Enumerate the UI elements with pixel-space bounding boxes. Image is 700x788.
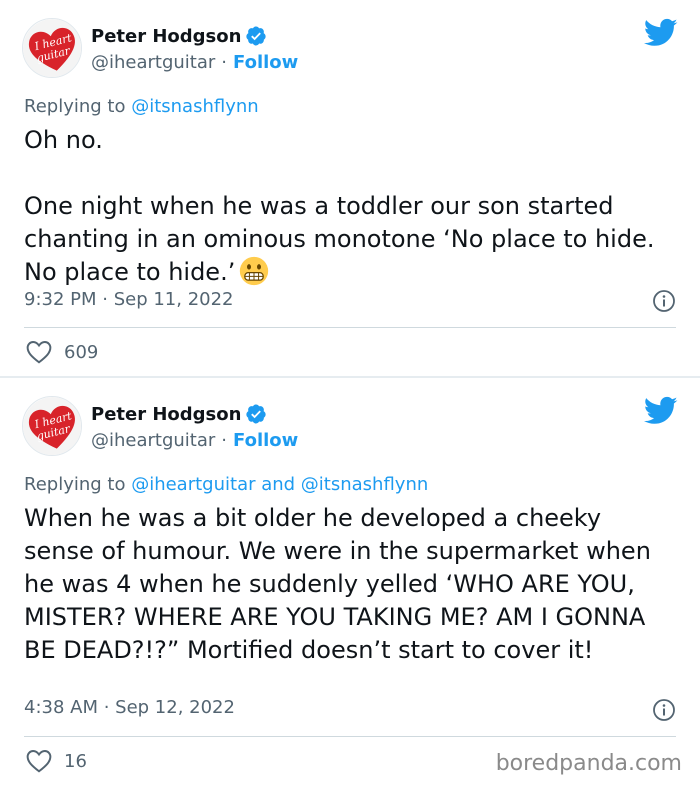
replying-to: Replying to @iheartguitar and @itsnashfl… <box>24 474 428 495</box>
tweet-text-content: Oh no. One night when he was a toddler o… <box>24 126 655 286</box>
tweet-card-2: I heart guitar Peter Hodgson @iheartguit… <box>0 378 700 788</box>
like-action[interactable]: 609 <box>26 340 98 364</box>
separator-dot: · <box>221 51 228 73</box>
verified-badge-icon <box>246 26 267 46</box>
replying-to: Replying to @itsnashflynn <box>24 96 259 117</box>
replying-prefix: Replying to <box>24 96 132 117</box>
grimacing-emoji-icon <box>240 256 269 286</box>
like-count: 16 <box>64 750 87 772</box>
author-handle[interactable]: @iheartguitar <box>91 52 215 73</box>
like-action[interactable]: 16 <box>26 749 87 773</box>
handle-row: @iheartguitar · Follow <box>91 428 298 452</box>
follow-button[interactable]: Follow <box>233 52 298 73</box>
author-row: Peter Hodgson <box>91 402 267 426</box>
author-name[interactable]: Peter Hodgson <box>91 26 241 47</box>
replying-mentions[interactable]: @iheartguitar and @itsnashflynn <box>131 474 428 495</box>
tweet-text: When he was a bit older he developed a c… <box>24 504 659 664</box>
tweet-card-1: I heart guitar Peter Hodgson @iheartguit… <box>0 0 700 376</box>
heart-icon[interactable] <box>26 749 52 773</box>
replying-mentions[interactable]: @itsnashflynn <box>131 96 258 117</box>
author-name[interactable]: Peter Hodgson <box>91 404 241 425</box>
heart-icon[interactable] <box>26 340 52 364</box>
divider <box>24 736 676 737</box>
tweet-timestamp[interactable]: 9:32 PM · Sep 11, 2022 <box>24 289 234 310</box>
avatar-heart-logo-icon: I heart guitar <box>23 19 81 77</box>
tweet-text: Oh no. One night when he was a toddler o… <box>24 124 674 289</box>
info-icon[interactable] <box>652 289 676 313</box>
follow-button[interactable]: Follow <box>233 430 298 451</box>
tweet-timestamp[interactable]: 4:38 AM · Sep 12, 2022 <box>24 697 235 718</box>
replying-prefix: Replying to <box>24 474 132 495</box>
twitter-bird-icon[interactable] <box>644 18 678 48</box>
like-count: 609 <box>64 341 99 363</box>
verified-badge-icon <box>246 404 267 424</box>
info-icon[interactable] <box>652 698 676 722</box>
separator-dot: · <box>221 429 228 451</box>
handle-row: @iheartguitar · Follow <box>91 50 298 74</box>
avatar[interactable]: I heart guitar <box>22 396 82 456</box>
author-row: Peter Hodgson <box>91 24 267 48</box>
divider <box>24 327 676 328</box>
watermark: boredpanda.com <box>495 751 682 776</box>
author-handle[interactable]: @iheartguitar <box>91 430 215 451</box>
avatar[interactable]: I heart guitar <box>22 18 82 78</box>
twitter-bird-icon[interactable] <box>644 396 678 426</box>
avatar-heart-logo-icon: I heart guitar <box>23 397 81 455</box>
